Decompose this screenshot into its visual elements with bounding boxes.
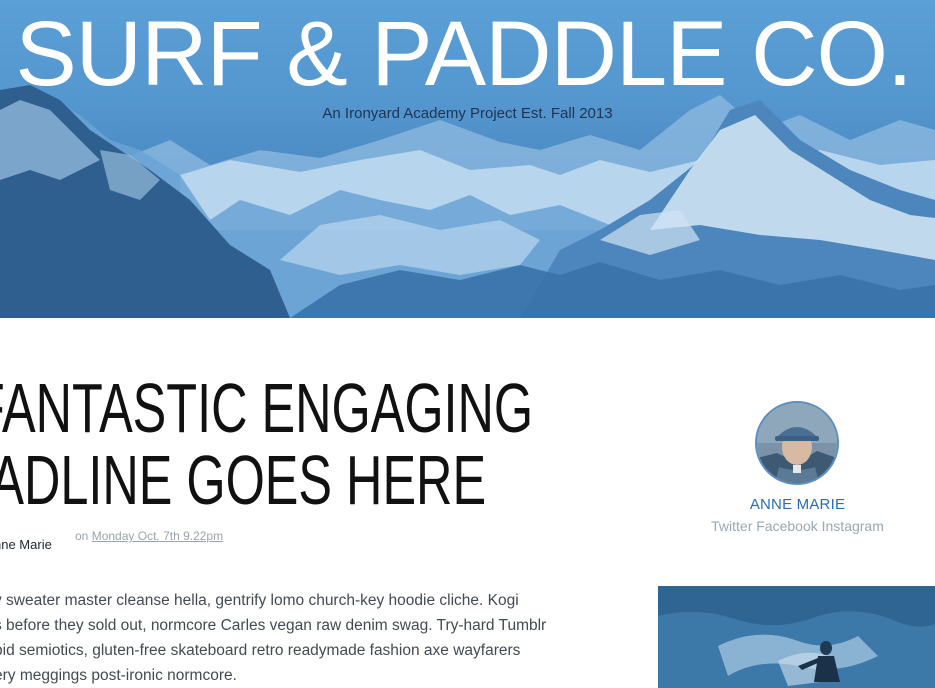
headline-line-1: FANTASTIC ENGAGING [0,369,534,447]
date-prefix: on [75,529,89,543]
instagram-link[interactable]: Instagram [822,518,884,534]
author-photo [757,403,837,483]
author-avatar[interactable] [755,401,839,485]
site-title: SURF & PADDLE CO. [15,3,912,105]
surfer-photo [658,586,935,688]
surfer-image [658,586,935,688]
author-social-links: Twitter Facebook Instagram [640,518,935,534]
article-headline: FANTASTIC ENGAGING EADLINE GOES HERE [0,369,534,519]
body-line: ery meggings post-ironic normcore. [0,667,237,684]
article-body: y sweater master cleanse hella, gentrify… [0,588,594,688]
facebook-link[interactable]: Facebook [756,518,817,534]
headline-line-2: EADLINE GOES HERE [0,441,487,519]
twitter-link[interactable]: Twitter [711,518,752,534]
site-subtitle: An Ironyard Academy Project Est. Fall 20… [322,105,613,122]
body-line: pid semiotics, gluten-free skateboard re… [0,642,521,659]
body-line: y sweater master cleanse hella, gentrify… [0,592,519,609]
article-dateline: on Monday Oct. 7th 9.22pm [75,529,223,543]
author-name[interactable]: ANNE MARIE [640,496,935,513]
hero-banner: SURF & PADDLE CO. An Ironyard Academy Pr… [0,0,935,318]
article-byline: nne Marie [0,537,52,552]
date-link[interactable]: Monday Oct. 7th 9.22pm [92,529,223,543]
body-line: s before they sold out, normcore Carles … [0,617,547,634]
